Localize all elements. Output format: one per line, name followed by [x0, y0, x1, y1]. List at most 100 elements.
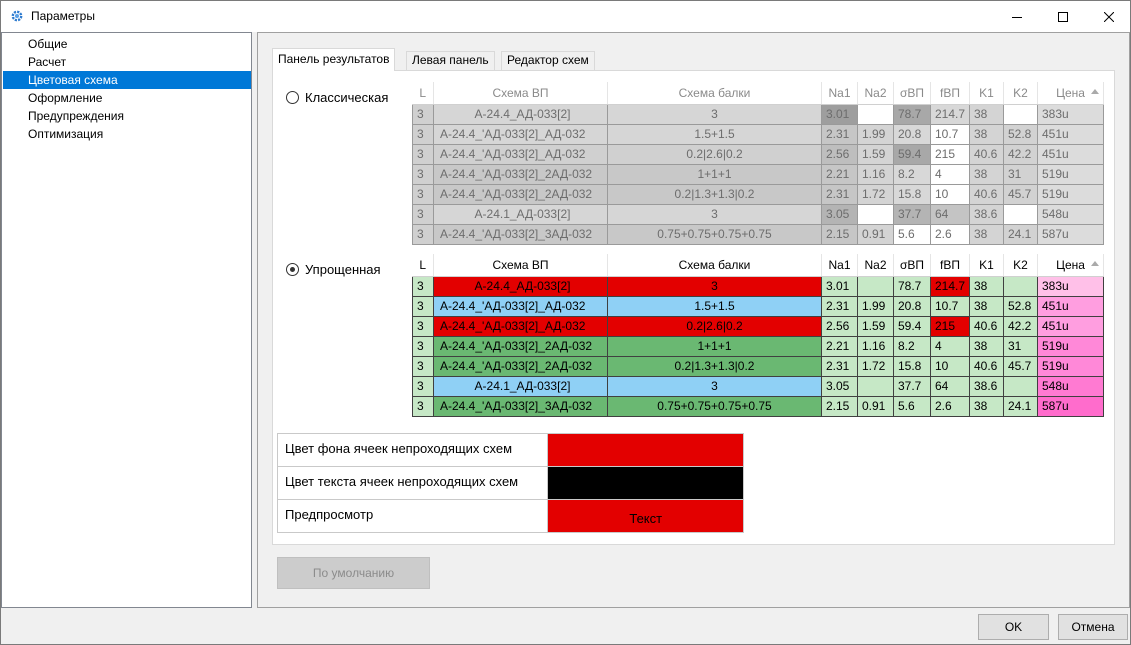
radio-classic-label: Классическая [305, 90, 389, 105]
table-cell: 1.99 [857, 295, 894, 317]
table-row: 3 А-24.4_'АД-033[2]_3АД-032 0.75+0.75+0.75… [412, 223, 1104, 245]
table-cell: 451u [1037, 295, 1104, 317]
column-header[interactable]: σВП [893, 82, 931, 105]
maximize-button[interactable] [1040, 1, 1086, 32]
close-button[interactable] [1086, 1, 1131, 32]
table-cell: 0.75+0.75+0.75+0.75 [607, 223, 822, 245]
table-cell: 215 [930, 315, 970, 337]
table-cell: 38 [969, 123, 1004, 145]
column-header[interactable]: Цена [1037, 82, 1104, 105]
bg-color-swatch[interactable] [547, 433, 744, 467]
sort-arrow-icon [1091, 89, 1099, 94]
table-cell: 3.05 [821, 203, 858, 225]
column-header[interactable]: K1 [969, 82, 1004, 105]
table-cell: 45.7 [1003, 355, 1038, 377]
table-cell: 2.21 [821, 163, 858, 185]
table-row: 3 А-24.4_'АД-033[2]_2АД-032 1+1+1 2.21 1.16 8… [412, 335, 1104, 357]
sidebar-item-color-scheme[interactable]: Цветовая схема [3, 71, 251, 89]
column-header[interactable]: K2 [1003, 254, 1038, 277]
minimize-button[interactable] [994, 1, 1040, 32]
table-cell: 2.56 [821, 143, 858, 165]
tab-left-panel[interactable]: Левая панель [406, 51, 495, 70]
table-cell: 52.8 [1003, 295, 1038, 317]
table-cell: 10 [930, 183, 970, 205]
column-header[interactable]: K2 [1003, 82, 1038, 105]
table-cell: 1.5+1.5 [607, 123, 822, 145]
table-cell: 519u [1037, 355, 1104, 377]
maximize-icon [1058, 11, 1068, 22]
table-cell: 383u [1037, 103, 1104, 125]
column-header[interactable]: Na1 [821, 254, 858, 277]
table-cell: 42.2 [1003, 315, 1038, 337]
settings-category-list[interactable]: Общие Расчет Цветовая схема Оформление П… [1, 32, 252, 608]
reset-default-button[interactable]: По умолчанию [277, 557, 430, 589]
radio-classic[interactable]: Классическая [286, 90, 388, 105]
table-cell: 2.21 [821, 335, 858, 357]
tab-scheme-editor[interactable]: Редактор схем [501, 51, 595, 70]
column-header[interactable]: L [412, 254, 434, 277]
table-cell: А-24.4_'АД-033[2]_АД-032 [433, 295, 608, 317]
table-cell: 10.7 [930, 295, 970, 317]
table-cell [1003, 375, 1038, 397]
column-header[interactable]: fВП [930, 82, 970, 105]
tab-results-panel[interactable]: Панель результатов [272, 48, 396, 71]
column-header[interactable]: Схема балки [607, 254, 822, 277]
column-header[interactable]: L [412, 82, 434, 105]
sidebar-item-appearance[interactable]: Оформление [3, 89, 251, 107]
sidebar-item-warnings[interactable]: Предупреждения [3, 107, 251, 125]
table-cell: 3 [412, 123, 434, 145]
table-cell: 214.7 [930, 103, 970, 125]
table-cell: 587u [1037, 223, 1104, 245]
classic-preview-table: L Схема ВП Схема балки Na1 Na2 σВП fВП K1 K2 Цена… [412, 82, 1104, 245]
table-cell: 519u [1037, 163, 1104, 185]
column-header-label: Цена [1056, 85, 1085, 100]
table-cell: 5.6 [893, 223, 931, 245]
simplified-preview-table: L Схема ВП Схема балки Na1 Na2 σВП fВП K1 K2 Цена… [412, 254, 1104, 417]
table-row: 3 А-24.4_'АД-033[2]_АД-032 1.5+1.5 2.31 1.99… [412, 123, 1104, 145]
table-cell: 3 [412, 223, 434, 245]
settings-window: Параметры Общие Расчет Цветовая схема Оф… [0, 0, 1131, 645]
table-cell: 3 [412, 375, 434, 397]
column-header[interactable]: Схема ВП [433, 254, 608, 277]
table-cell: 78.7 [893, 275, 931, 297]
radio-circle [286, 263, 299, 276]
radio-simplified[interactable]: Упрощенная [286, 262, 381, 277]
column-header-label: Цена [1056, 257, 1085, 272]
table-cell: 38 [969, 295, 1004, 317]
text-color-swatch[interactable] [547, 466, 744, 500]
column-header[interactable]: Na2 [857, 82, 894, 105]
column-header[interactable]: fВП [930, 254, 970, 277]
table-cell: 3 [412, 275, 434, 297]
table-cell: 38 [969, 395, 1004, 417]
table-cell: 15.8 [893, 355, 931, 377]
column-header[interactable]: Схема ВП [433, 82, 608, 105]
table-cell: 451u [1037, 123, 1104, 145]
sidebar-item-optimization[interactable]: Оптимизация [3, 125, 251, 143]
table-cell: 38.6 [969, 203, 1004, 225]
cancel-button[interactable]: Отмена [1058, 614, 1128, 640]
column-header[interactable]: σВП [893, 254, 931, 277]
table-cell: 10 [930, 355, 970, 377]
sidebar-item-general[interactable]: Общие [3, 35, 251, 53]
close-icon [1104, 11, 1114, 22]
ok-button[interactable]: OK [978, 614, 1049, 640]
table-cell [857, 375, 894, 397]
column-header[interactable]: Na2 [857, 254, 894, 277]
column-header[interactable]: K1 [969, 254, 1004, 277]
table-cell: 15.8 [893, 183, 931, 205]
column-header[interactable]: Na1 [821, 82, 858, 105]
table-cell: 3 [412, 395, 434, 417]
title-bar[interactable]: Параметры [1, 1, 1130, 32]
table-cell: 38.6 [969, 375, 1004, 397]
bg-color-label: Цвет фона ячеек непроходящих схем [276, 433, 549, 467]
sidebar-item-calculation[interactable]: Расчет [3, 53, 251, 71]
table-cell: 38 [969, 335, 1004, 357]
column-header[interactable]: Схема балки [607, 82, 822, 105]
text-color-label: Цвет текста ячеек непроходящих схем [276, 466, 549, 500]
table-row: 3 А-24.1_АД-033[2] 3 3.05 37.7 64 38.6 548u [412, 203, 1104, 225]
column-header[interactable]: Цена [1037, 254, 1104, 277]
table-cell: 0.75+0.75+0.75+0.75 [607, 395, 822, 417]
table-cell: А-24.4_'АД-033[2]_АД-032 [433, 143, 608, 165]
table-cell: 59.4 [893, 315, 931, 337]
table-cell: 64 [930, 375, 970, 397]
